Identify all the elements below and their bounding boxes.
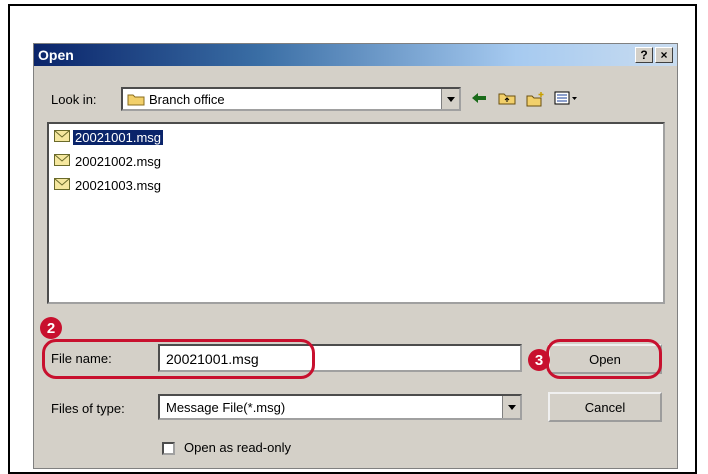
cancel-button[interactable]: Cancel <box>548 392 662 422</box>
open-button-highlight <box>546 339 662 379</box>
list-item[interactable]: 20021002.msg <box>54 152 163 170</box>
files-of-type-label: Files of type: <box>51 401 125 416</box>
message-file-icon <box>54 153 70 169</box>
file-name: 20021003.msg <box>75 177 162 193</box>
read-only-checkbox[interactable] <box>162 442 175 455</box>
look-in-label: Look in: <box>51 92 97 107</box>
title-bar: Open ? × <box>34 44 677 66</box>
step-2-badge: 2 <box>40 317 62 339</box>
files-of-type-value: Message File(*.msg) <box>166 400 286 415</box>
up-folder-icon[interactable] <box>498 91 516 110</box>
file-name: 20021001.msg <box>73 129 164 145</box>
look-in-dropdown-arrow[interactable] <box>441 89 459 109</box>
file-list[interactable]: 20021001.msg 20021002.msg 20021003.msg <box>47 122 665 304</box>
chevron-down-icon <box>507 404 516 410</box>
back-arrow-icon[interactable] <box>470 91 488 110</box>
files-of-type-combo[interactable]: Message File(*.msg) <box>158 394 522 420</box>
read-only-label: Open as read-only <box>184 440 291 455</box>
close-button[interactable]: × <box>655 47 673 63</box>
new-folder-icon[interactable] <box>526 91 546 112</box>
message-file-icon <box>54 129 70 145</box>
folder-icon <box>127 92 145 109</box>
list-item[interactable]: 20021003.msg <box>54 176 163 194</box>
look-in-value: Branch office <box>149 92 225 107</box>
dialog-title: Open <box>38 47 74 63</box>
look-in-combo[interactable]: Branch office <box>121 87 461 111</box>
file-name-highlight <box>42 339 315 379</box>
message-file-icon <box>54 177 70 193</box>
help-button[interactable]: ? <box>635 47 653 63</box>
file-name: 20021002.msg <box>75 153 162 169</box>
list-item[interactable]: 20021001.msg <box>54 128 164 146</box>
open-dialog: Open ? × Look in: Branch office 20021001… <box>33 43 678 469</box>
files-of-type-dropdown-arrow[interactable] <box>502 396 520 418</box>
chevron-down-icon <box>446 96 455 102</box>
view-menu-icon[interactable] <box>554 91 578 110</box>
